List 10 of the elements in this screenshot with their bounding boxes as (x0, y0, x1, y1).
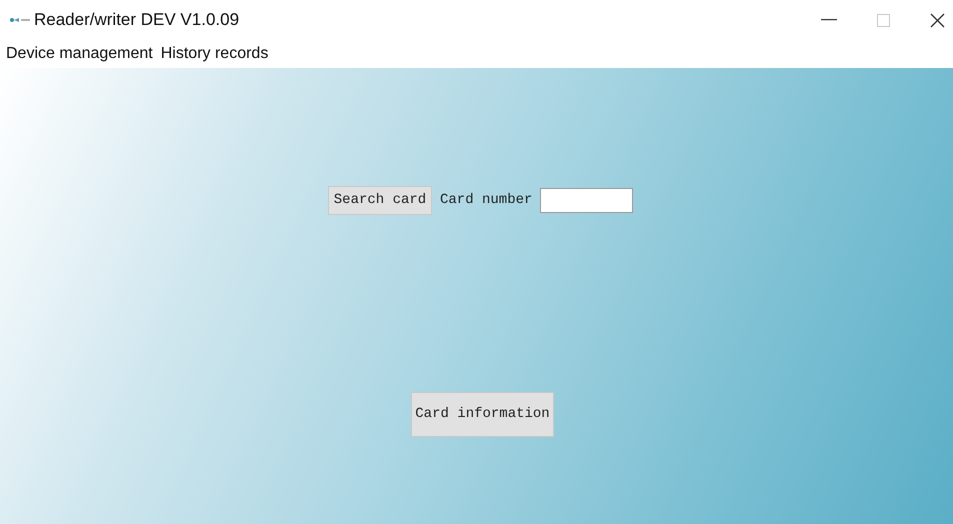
card-number-field[interactable] (540, 188, 634, 213)
search-card-button[interactable]: Search card (328, 186, 432, 215)
minimize-icon[interactable] (821, 19, 837, 21)
close-icon[interactable] (930, 12, 945, 28)
window-title: Reader/writer DEV V1.0.09 (34, 9, 240, 32)
app-logo-icon (9, 15, 31, 25)
card-number-label: Card number (440, 191, 532, 210)
menu-item[interactable]: History records (160, 42, 268, 66)
card-information-button[interactable]: Card information (411, 392, 554, 437)
menu-item[interactable]: Device management (6, 42, 153, 66)
